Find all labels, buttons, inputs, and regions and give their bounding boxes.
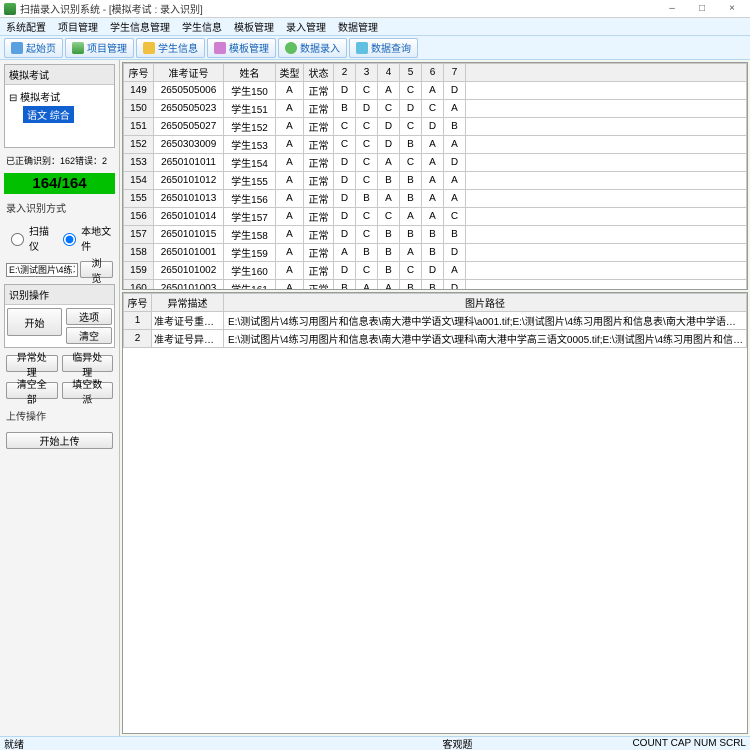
exceptions-header[interactable]: 图片路径: [224, 294, 747, 312]
input-method-radios: 扫描仪 本地文件: [4, 221, 115, 255]
results-header[interactable]: 5: [400, 64, 422, 82]
exceptions-table[interactable]: 序号异常描述图片路径 1准考证号重复！E:\测试图片\4练习用图片和信息表\南大…: [123, 293, 747, 348]
title-bar: 扫描录入识别系统 - [模拟考试 : 录入识别] – □ ×: [0, 0, 750, 18]
option-button[interactable]: 选项: [66, 308, 112, 325]
results-header[interactable]: 姓名: [224, 64, 276, 82]
browse-button[interactable]: 浏览: [80, 261, 113, 278]
maximize-button[interactable]: □: [688, 1, 716, 17]
table-row[interactable]: 1582650101001学生159A正常ABBABD: [124, 244, 747, 262]
results-header[interactable]: 准考证号: [154, 64, 224, 82]
status-mode: 客观题: [442, 736, 472, 751]
menu-entry[interactable]: 录入管理: [286, 19, 326, 34]
results-header[interactable]: 类型: [276, 64, 304, 82]
exam-tree[interactable]: ⊟ 模拟考试 语文 综合: [5, 85, 114, 147]
tree-root[interactable]: ⊟ 模拟考试: [9, 89, 110, 104]
menu-data[interactable]: 数据管理: [338, 19, 378, 34]
tree-child-selected[interactable]: 语文 综合: [23, 106, 74, 123]
data-entry-icon: [285, 42, 297, 54]
status-bar: 就绪 客观题 COUNT CAP NUM SCRL: [0, 736, 750, 750]
toolbar-template[interactable]: 模板管理: [207, 38, 276, 58]
query-icon: [356, 42, 368, 54]
results-table[interactable]: 序号准考证号姓名类型状态234567 1492650505006学生150A正常…: [123, 63, 747, 290]
recognition-ops-group: 识别操作 开始 选项 清空: [4, 284, 115, 348]
toolbar-data-query[interactable]: 数据查询: [349, 38, 418, 58]
table-row[interactable]: 2准考证号异常！E:\测试图片\4练习用图片和信息表\南大港中学语文\理科\南大…: [124, 330, 747, 348]
results-header[interactable]: 4: [378, 64, 400, 82]
status-ready: 就绪: [4, 736, 24, 751]
start-upload-button[interactable]: 开始上传: [6, 432, 113, 449]
recognition-ops-title: 识别操作: [5, 285, 114, 305]
window-title: 扫描录入识别系统 - [模拟考试 : 录入识别]: [20, 1, 656, 16]
results-header[interactable]: 7: [444, 64, 466, 82]
minimize-button[interactable]: –: [658, 1, 686, 17]
exception-buttons: 异常处理 临异处理: [4, 352, 115, 375]
table-row[interactable]: 1532650101011学生154A正常DCACAD: [124, 154, 747, 172]
progress-counter: 164/164: [4, 173, 115, 194]
table-row[interactable]: 1592650101002学生160A正常DCBCDA: [124, 262, 747, 280]
table-row[interactable]: 1542650101012学生155A正常DCBBAA: [124, 172, 747, 190]
toolbar-start[interactable]: 起始页: [4, 38, 63, 58]
table-row[interactable]: 1492650505006学生150A正常DCACAD: [124, 82, 747, 100]
temp-exception-button[interactable]: 临异处理: [62, 355, 114, 372]
table-row[interactable]: 1602650101003学生161A正常BAABBD: [124, 280, 747, 291]
status-caps: COUNT CAP NUM SCRL: [632, 738, 746, 749]
table-row[interactable]: 1522650303009学生153A正常CCDBAA: [124, 136, 747, 154]
recognition-status: 已正确识别：162错误：2: [4, 152, 115, 169]
toolbar: 起始页 项目管理 学生信息 模板管理 数据录入 数据查询: [0, 36, 750, 60]
results-header[interactable]: 状态: [304, 64, 334, 82]
file-path-row: 浏览: [4, 259, 115, 280]
table-row[interactable]: 1562650101014学生157A正常DCCAAC: [124, 208, 747, 226]
fill-blank-button[interactable]: 填空数派: [62, 382, 114, 399]
results-header[interactable]: 2: [334, 64, 356, 82]
tree-title: 模拟考试: [5, 65, 114, 85]
exceptions-table-wrap[interactable]: 序号异常描述图片路径 1准考证号重复！E:\测试图片\4练习用图片和信息表\南大…: [122, 292, 748, 734]
menu-system[interactable]: 系统配置: [6, 19, 46, 34]
results-header[interactable]: 序号: [124, 64, 154, 82]
toolbar-project[interactable]: 项目管理: [65, 38, 134, 58]
menu-bar: 系统配置 项目管理 学生信息管理 学生信息 模板管理 录入管理 数据管理: [0, 18, 750, 36]
student-icon: [143, 42, 155, 54]
exception-handle-button[interactable]: 异常处理: [6, 355, 58, 372]
toolbar-data-entry[interactable]: 数据录入: [278, 38, 347, 58]
table-row[interactable]: 1502650505023学生151A正常BDCDCA: [124, 100, 747, 118]
menu-template[interactable]: 模板管理: [234, 19, 274, 34]
main-area: 模拟考试 ⊟ 模拟考试 语文 综合 已正确识别：162错误：2 164/164 …: [0, 60, 750, 736]
radio-local-file[interactable]: 本地文件: [58, 223, 113, 253]
toolbar-student[interactable]: 学生信息: [136, 38, 205, 58]
home-icon: [11, 42, 23, 54]
app-icon: [4, 3, 16, 15]
results-table-wrap[interactable]: 序号准考证号姓名类型状态234567 1492650505006学生150A正常…: [122, 62, 748, 290]
left-panel: 模拟考试 ⊟ 模拟考试 语文 综合 已正确识别：162错误：2 164/164 …: [0, 60, 120, 736]
upload-label: 上传操作: [4, 406, 115, 425]
clear-option-button[interactable]: 清空: [66, 327, 112, 344]
results-header[interactable]: 3: [356, 64, 378, 82]
clear-buttons: 清空全部 填空数派: [4, 379, 115, 402]
exceptions-header[interactable]: 异常描述: [152, 294, 224, 312]
table-row[interactable]: 1572650101015学生158A正常DCBBBB: [124, 226, 747, 244]
clear-all-button[interactable]: 清空全部: [6, 382, 58, 399]
exceptions-header[interactable]: 序号: [124, 294, 152, 312]
table-row[interactable]: 1512650505027学生152A正常CCDCDB: [124, 118, 747, 136]
results-header[interactable]: 6: [422, 64, 444, 82]
template-icon: [214, 42, 226, 54]
start-button[interactable]: 开始: [7, 308, 62, 336]
table-row[interactable]: 1552650101013学生156A正常DBABAA: [124, 190, 747, 208]
menu-student-mgmt[interactable]: 学生信息管理: [110, 19, 170, 34]
close-button[interactable]: ×: [718, 1, 746, 17]
menu-project[interactable]: 项目管理: [58, 19, 98, 34]
file-path-input[interactable]: [6, 263, 78, 277]
input-method-label: 录入识别方式: [4, 198, 115, 217]
menu-student-info[interactable]: 学生信息: [182, 19, 222, 34]
project-icon: [72, 42, 84, 54]
table-row[interactable]: 1准考证号重复！E:\测试图片\4练习用图片和信息表\南大港中学语文\理科\a0…: [124, 312, 747, 330]
right-panel: 序号准考证号姓名类型状态234567 1492650505006学生150A正常…: [120, 60, 750, 736]
radio-scanner[interactable]: 扫描仪: [6, 223, 52, 253]
tree-group: 模拟考试 ⊟ 模拟考试 语文 综合: [4, 64, 115, 148]
